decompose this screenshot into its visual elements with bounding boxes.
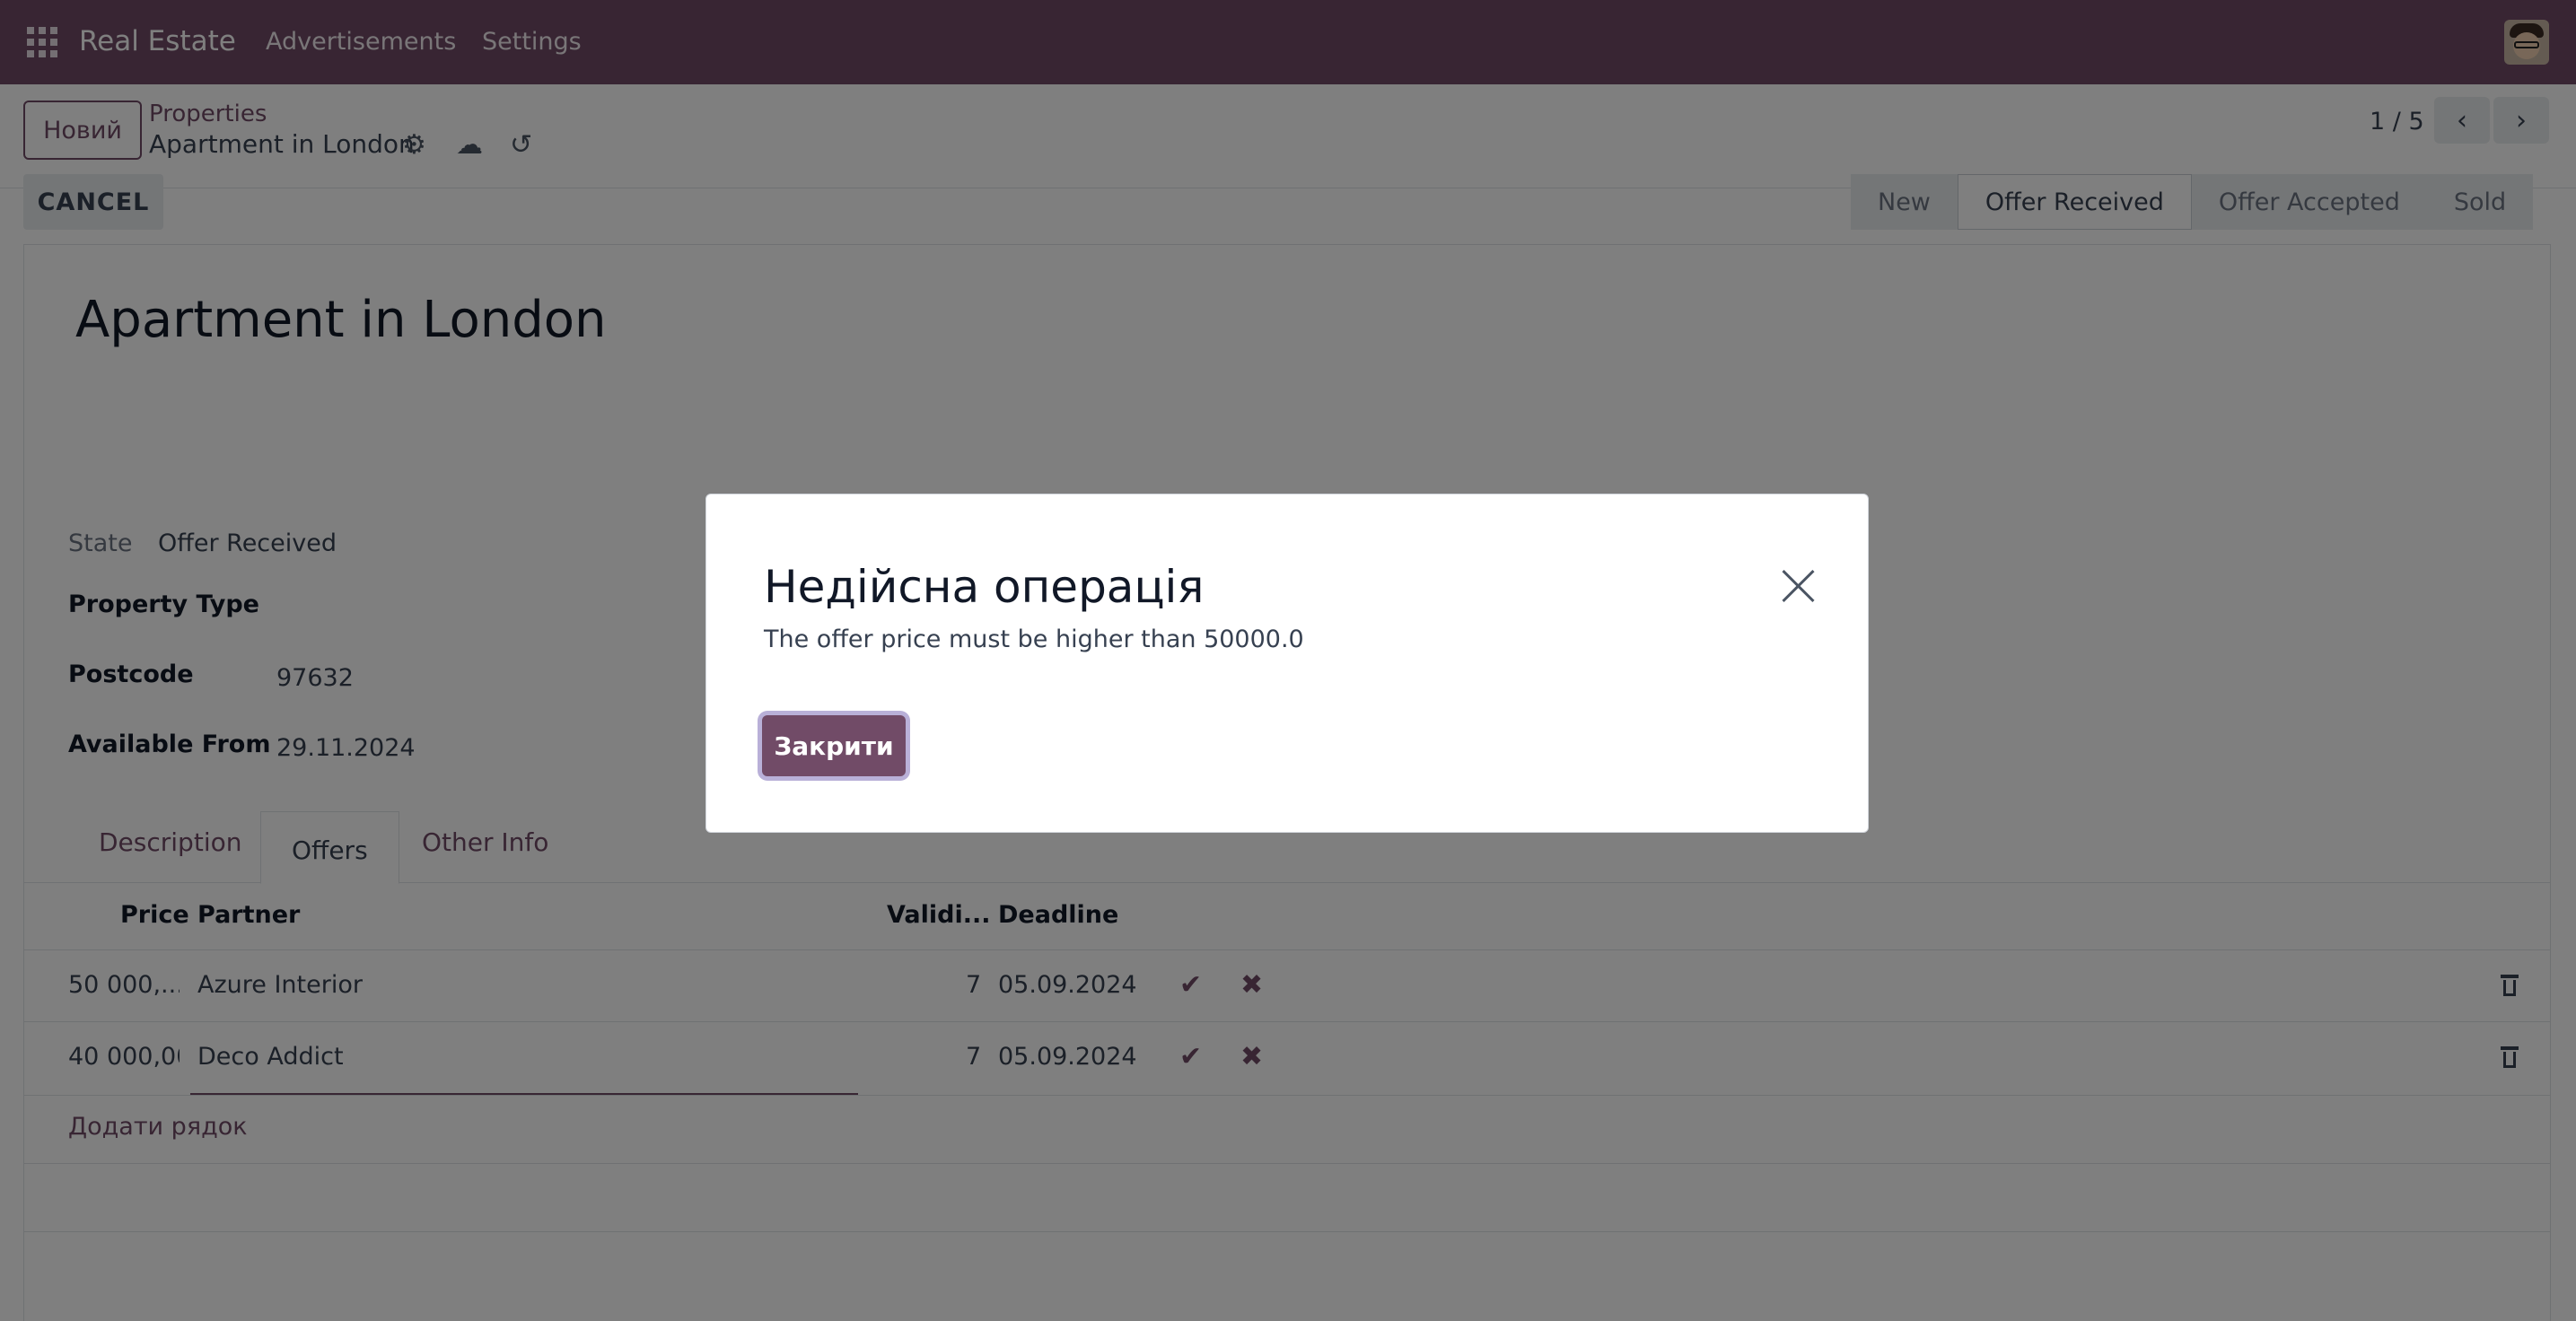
close-icon[interactable] xyxy=(1780,568,1816,604)
dialog-title: Недійсна операція xyxy=(764,561,1205,613)
error-dialog: Недійсна операція The offer price must b… xyxy=(705,494,1869,833)
dialog-message: The offer price must be higher than 5000… xyxy=(764,626,1304,653)
dialog-close-button[interactable]: Закрити xyxy=(762,715,906,776)
